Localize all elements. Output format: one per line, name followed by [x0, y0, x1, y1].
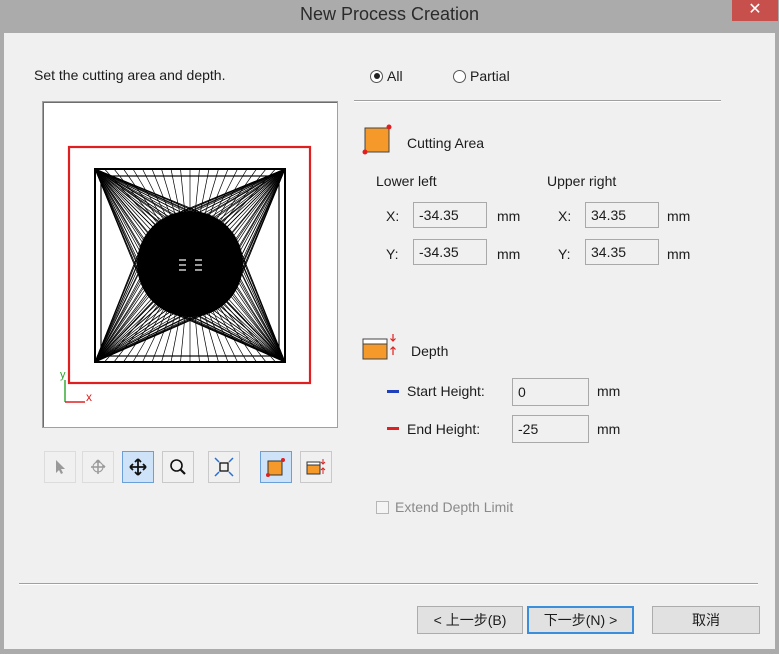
end-height-unit: mm — [597, 421, 621, 437]
start-height-input[interactable] — [512, 378, 589, 406]
window-title: New Process Creation — [299, 4, 480, 24]
lower-left-y-unit: mm — [497, 246, 521, 262]
zoom-icon — [170, 459, 186, 475]
upper-right-label: Upper right — [547, 173, 617, 189]
radio-all-label: All — [387, 68, 403, 84]
fit-view-button[interactable] — [208, 451, 240, 483]
y-axis-label: y — [60, 369, 66, 381]
lower-left-x-input[interactable] — [413, 202, 487, 228]
cutting-area-section-icon — [362, 124, 392, 155]
bottom-separator — [19, 583, 758, 584]
depth-tool-button[interactable] — [300, 451, 332, 483]
extend-depth-checkbox[interactable] — [376, 500, 389, 514]
upper-right-x-input[interactable] — [585, 202, 659, 228]
zoom-tool-button[interactable] — [162, 451, 194, 483]
radio-all[interactable]: All — [370, 68, 403, 84]
lower-left-label: Lower left — [376, 173, 437, 189]
close-icon: ✕ — [748, 1, 762, 18]
move-icon — [129, 458, 147, 476]
extend-depth-checkbox-row[interactable]: Extend Depth Limit — [376, 499, 513, 515]
preview-canvas[interactable]: y x — [42, 101, 338, 428]
start-height-label: Start Height: — [407, 383, 485, 399]
depth-section-icon — [362, 334, 396, 360]
back-button[interactable]: < 上一步(B) — [417, 606, 523, 634]
radio-partial-indicator[interactable] — [453, 69, 466, 83]
extend-depth-label: Extend Depth Limit — [395, 499, 514, 515]
cancel-button[interactable]: 取消 — [652, 606, 760, 634]
radio-partial-label: Partial — [470, 68, 510, 84]
lower-left-x-label: X: — [386, 208, 400, 224]
next-button[interactable]: 下一步(N) > — [527, 606, 634, 634]
upper-right-x-label: X: — [558, 208, 572, 224]
rotate-tool-button[interactable] — [82, 451, 114, 483]
start-height-unit: mm — [597, 383, 621, 399]
instruction-text: Set the cutting area and depth. — [34, 67, 226, 83]
lower-left-y-input[interactable] — [413, 239, 487, 265]
end-height-marker — [387, 427, 399, 430]
cutting-area-heading: Cutting Area — [407, 135, 485, 151]
select-arrow-icon — [56, 460, 65, 474]
upper-right-x-unit: mm — [667, 208, 691, 224]
close-button[interactable]: ✕ — [732, 0, 778, 21]
toolpath-preview: y x — [60, 145, 312, 404]
x-axis-label: x — [86, 390, 92, 404]
radio-partial[interactable]: Partial — [453, 68, 510, 84]
dialog-body: Set the cutting area and depth. y x All … — [4, 33, 775, 649]
move-tool-button[interactable] — [122, 451, 154, 483]
mode-separator — [354, 100, 721, 101]
radio-all-indicator[interactable] — [370, 69, 383, 83]
select-tool-button[interactable] — [44, 451, 76, 483]
cutting-area-icon — [266, 458, 285, 477]
cutting-area-tool-button[interactable] — [260, 451, 292, 483]
lower-left-y-label: Y: — [386, 246, 399, 262]
pan-rotate-icon — [91, 459, 106, 474]
upper-right-y-label: Y: — [558, 246, 571, 262]
title-bar: New Process Creation ✕ — [0, 0, 779, 30]
fit-view-icon — [214, 457, 234, 477]
start-height-marker — [387, 390, 399, 393]
upper-right-y-input[interactable] — [585, 239, 659, 265]
end-height-input[interactable] — [512, 415, 589, 443]
depth-icon — [306, 459, 326, 475]
depth-heading: Depth — [411, 343, 449, 359]
end-height-label: End Height: — [407, 421, 481, 437]
upper-right-y-unit: mm — [667, 246, 691, 262]
lower-left-x-unit: mm — [497, 208, 521, 224]
center-circle — [137, 211, 243, 317]
